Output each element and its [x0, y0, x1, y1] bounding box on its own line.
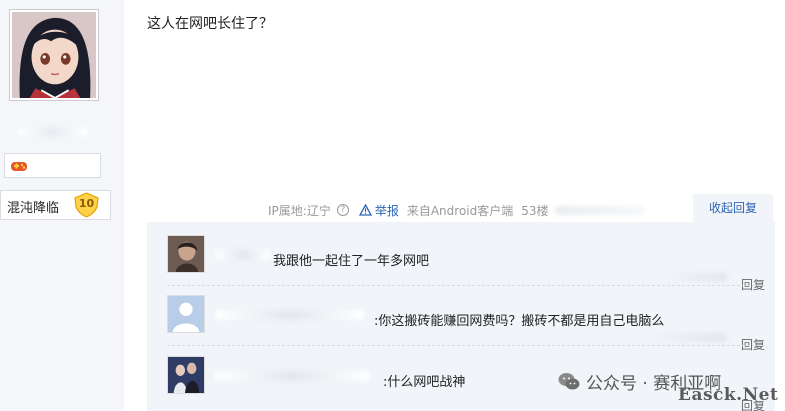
level-badge[interactable]: 混沌降临 10 [0, 190, 111, 220]
collapse-replies-button[interactable]: 收起回复 [693, 194, 773, 222]
warning-triangle-icon [358, 204, 372, 216]
reply-text: :你这搬砖能赚回网费吗？搬砖不都是用自己电脑么 [374, 314, 665, 329]
game-controller-medal-icon [11, 162, 27, 171]
author-sidebar: 混沌降临 10 [0, 0, 124, 411]
default-user-avatar-icon [168, 296, 204, 332]
reply-username-blurred[interactable] [215, 310, 365, 320]
reply-time-blurred [667, 273, 727, 282]
post-tail: IP属地:辽宁 ? 举报 来自Android客户端 53楼 [268, 201, 645, 219]
couple-photo-avatar-icon [168, 357, 204, 393]
post-time-blurred [554, 205, 645, 215]
list-item: :你这搬砖能赚回网费吗？搬砖不都是用自己电脑么 回复 [147, 288, 775, 352]
reply-text: :什么网吧战神 [383, 375, 466, 390]
watermark-corner: Easck.Net [678, 385, 779, 405]
reply-username-blurred[interactable] [215, 371, 370, 381]
reply-username-blurred[interactable] [215, 250, 271, 260]
author-avatar[interactable] [9, 9, 99, 101]
question-mark-icon[interactable]: ? [336, 204, 349, 216]
post-content: 这人在网吧长住了？ [147, 16, 273, 32]
level-number: 10 [78, 197, 95, 210]
author-name-blurred [18, 127, 88, 137]
reply-avatar[interactable] [167, 295, 205, 333]
reply-avatar[interactable] [167, 235, 205, 273]
anime-girl-avatar-icon [12, 12, 96, 98]
reply-text: 我跟他一起住了一年多网吧 [273, 254, 430, 269]
floor-number: 53楼 [521, 203, 549, 218]
report-button[interactable]: 举报 [358, 202, 399, 219]
reply-divider [167, 285, 765, 286]
level-name: 混沌降临 [7, 201, 60, 216]
medal-box[interactable] [4, 153, 101, 178]
wechat-icon [558, 373, 580, 390]
list-item: 我跟他一起住了一年多网吧 回复 [147, 228, 775, 292]
reply-divider [167, 345, 765, 346]
user-photo-avatar-icon [168, 236, 204, 272]
reply-time-blurred [647, 333, 727, 342]
report-label: 举报 [374, 203, 399, 218]
client-source[interactable]: 来自Android客户端 [407, 202, 513, 219]
reply-avatar[interactable] [167, 356, 205, 394]
ip-location: IP属地:辽宁 [268, 203, 331, 218]
